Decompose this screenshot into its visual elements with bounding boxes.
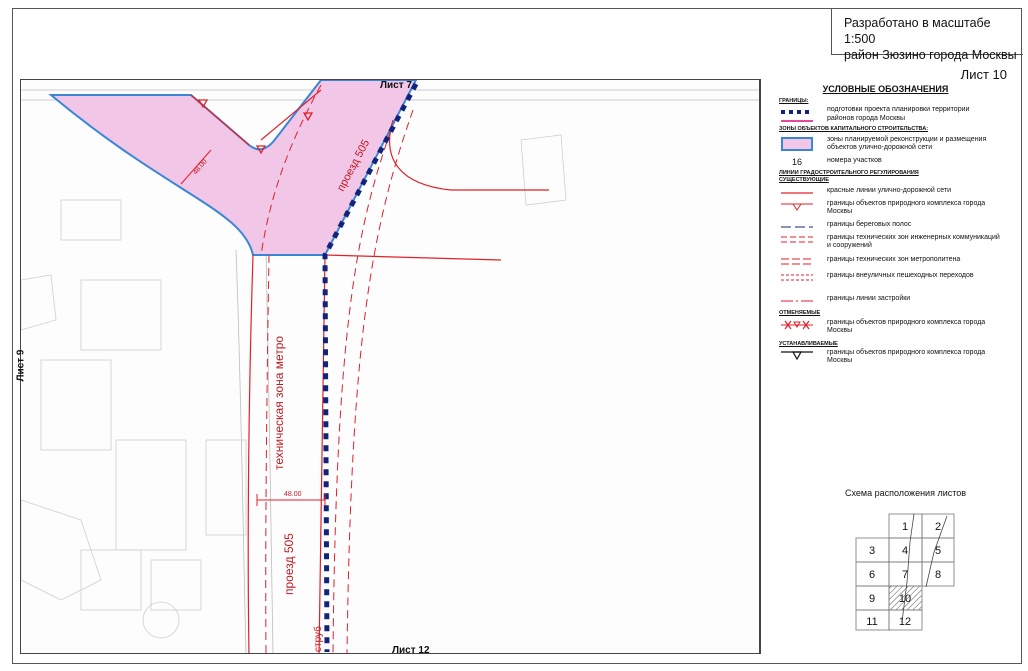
legend-group-capital-zones: ЗОНЫ ОБЪЕКТОВ КАПИТАЛЬНОГО СТРОИТЕЛЬСТВА…: [779, 126, 929, 132]
map-area: проезд 505 техническая зона метро проезд…: [20, 79, 760, 654]
scheme-cell-1: 1: [902, 521, 908, 533]
scheme-cell-8: 8: [935, 569, 941, 581]
sheet-scheme: 1 2 3 4 5 6 7 8 9 10 11 12: [855, 513, 955, 631]
reconstruction-zone: [48, 80, 418, 256]
sheet-scheme-title: Схема расположения листов: [845, 488, 967, 498]
edge-label-left: Лист 9: [15, 349, 27, 382]
scheme-cell-6: 6: [869, 569, 875, 581]
scheme-cell-4: 4: [902, 545, 908, 557]
metro-zone-label: техническая зона метро: [272, 336, 286, 470]
edge-label-top: Лист 7: [380, 80, 412, 91]
pipe-label: струб: [312, 626, 324, 652]
title-block: Разработано в масштабе 1:500 район Зюзин…: [831, 9, 1023, 62]
scheme-cell-12: 12: [899, 616, 911, 628]
title-district: район Зюзино города Москвы: [844, 48, 1017, 62]
scheme-cell-3: 3: [869, 545, 875, 557]
edge-label-bottom: Лист 12: [392, 645, 430, 656]
legend-group-existing: СУЩЕСТВУЮЩИЕ: [779, 177, 829, 183]
scheme-cell-7: 7: [902, 569, 908, 581]
map-drawing: проезд 505 техническая зона метро проезд…: [21, 80, 759, 653]
scheme-cell-2: 2: [935, 521, 941, 533]
scheme-cell-11: 11: [866, 616, 877, 628]
legend-group-regulation: ЛИНИИ ГРАДОСТРОИТЕЛЬНОГО РЕГУЛИРОВАНИЯ: [779, 170, 919, 176]
dimension-label: 48.00: [284, 491, 302, 498]
legend-group-cancelled: ОТМЕНЯЕМЫЕ: [779, 310, 821, 316]
scheme-cell-10: 10: [899, 593, 911, 605]
legend-group-established: УСТАНАВЛИВАЕМЫЕ: [779, 341, 838, 347]
legend-title: УСЛОВНЫЕ ОБОЗНАЧЕНИЯ: [822, 84, 949, 94]
scheme-cell-5: 5: [935, 545, 941, 557]
scheme-cell-9: 9: [869, 593, 875, 605]
title-scale: Разработано в масштабе 1:500: [844, 16, 991, 46]
road-label-lower: проезд 505: [282, 533, 296, 595]
legend-group-borders: ГРАНИЦЫ:: [779, 98, 809, 104]
